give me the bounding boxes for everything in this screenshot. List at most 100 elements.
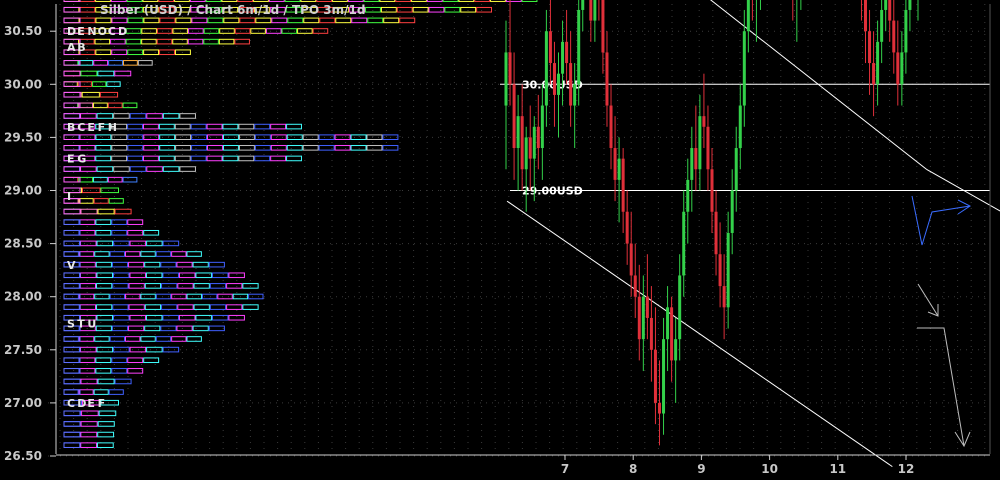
candle-body: [653, 349, 657, 403]
tpo-letter: C: [108, 25, 116, 38]
candle-body: [621, 158, 625, 212]
tpo-letter: I: [67, 190, 71, 203]
candle-body: [516, 116, 520, 149]
tpo-letter: V: [67, 259, 76, 272]
candle-body: [637, 296, 641, 340]
x-tick-label: 12: [898, 462, 915, 476]
candle-body: [900, 52, 904, 85]
candle-body: [722, 286, 726, 308]
candle-body: [629, 243, 633, 276]
candle-body: [718, 254, 722, 287]
candle-body: [524, 137, 528, 170]
candle-body: [742, 31, 746, 106]
candle-body: [593, 0, 597, 21]
candle-body: [666, 307, 670, 340]
silver-price-chart: PQOPQRUVQRSTNSDNQRSTBCDDEEFGHIDENOCDABBC…: [0, 0, 1000, 480]
candle-body: [872, 63, 876, 85]
x-tick-label: 7: [561, 462, 569, 476]
candle-body: [657, 402, 661, 414]
candle-body: [520, 116, 524, 170]
price-level-label: 29.00USD: [522, 185, 583, 198]
candle-body: [649, 317, 653, 350]
candle-body: [609, 105, 613, 149]
tpo-letter: E: [87, 397, 95, 410]
candle-body: [589, 0, 593, 21]
candle-body: [581, 0, 585, 10]
candle-body: [504, 52, 508, 106]
candle-body: [726, 232, 730, 308]
candle-body: [710, 169, 714, 212]
candle-body: [573, 84, 577, 106]
x-tick-label: 11: [829, 462, 846, 476]
tpo-letter: B: [67, 121, 75, 134]
tpo-letter: O: [98, 25, 107, 38]
tpo-letter: H: [108, 121, 117, 134]
candle-body: [601, 0, 605, 53]
tpo-letter: B: [77, 41, 85, 54]
y-tick-label: 30.50: [4, 24, 42, 38]
candle-body: [528, 137, 532, 159]
x-tick-label: 8: [629, 462, 637, 476]
candle-body: [565, 41, 569, 64]
candle-body: [868, 31, 872, 64]
candle-body: [746, 0, 750, 32]
candle-body: [641, 296, 645, 340]
y-tick-label: 27.00: [4, 396, 42, 410]
candle-body: [569, 63, 573, 106]
candle-body: [738, 105, 742, 149]
candle-body: [734, 148, 738, 191]
candle-body: [512, 84, 516, 149]
candle-body: [532, 126, 536, 159]
candle-body: [557, 73, 561, 95]
candle-body: [605, 52, 609, 106]
candle-body: [544, 31, 548, 106]
y-tick-label: 28.00: [4, 290, 42, 304]
y-tick-label: 29.50: [4, 130, 42, 144]
tpo-letter: E: [77, 25, 85, 38]
tpo-letter: F: [98, 121, 106, 134]
candle-body: [552, 63, 556, 95]
candle-body: [880, 9, 884, 42]
candle-body: [908, 0, 912, 10]
candle-body: [633, 275, 637, 297]
candle-body: [694, 148, 698, 170]
candle-body: [613, 148, 617, 180]
tpo-letter: U: [87, 317, 96, 330]
candle-body: [876, 41, 880, 85]
tpo-letter: E: [67, 153, 75, 166]
tpo-letter: N: [87, 25, 96, 38]
chart-background: [0, 0, 1000, 480]
candle-body: [625, 211, 629, 244]
tpo-letter: C: [77, 121, 85, 134]
candle-body: [645, 296, 649, 318]
candle-body: [536, 126, 540, 149]
candle-body: [617, 158, 621, 180]
candle-body: [888, 0, 892, 21]
candle-body: [678, 275, 682, 340]
candle-body: [698, 116, 702, 170]
tpo-letter: G: [77, 153, 86, 166]
y-tick-label: 30.00: [4, 77, 42, 91]
tpo-letter: A: [67, 41, 76, 54]
candle-body: [674, 339, 678, 361]
candle-body: [548, 31, 552, 64]
candle-body: [702, 116, 706, 127]
x-tick-label: 9: [697, 462, 705, 476]
candle-body: [540, 105, 544, 149]
candle-body: [577, 9, 581, 85]
candle-body: [714, 211, 718, 255]
candle-body: [730, 190, 734, 233]
candle-body: [508, 52, 512, 85]
y-tick-label: 27.50: [4, 343, 42, 357]
tpo-letter: D: [118, 25, 127, 38]
candle-body: [863, 0, 867, 32]
candle-body: [686, 179, 690, 212]
tpo-letter: E: [87, 121, 95, 134]
candle-body: [682, 211, 686, 276]
tpo-letter: C: [67, 397, 75, 410]
y-tick-label: 28.50: [4, 237, 42, 251]
chart-title: Silber (USD) / Chart 6m/1d / TPO 3m/1d: [100, 3, 365, 17]
candle-body: [884, 0, 888, 10]
tpo-letter: T: [77, 317, 85, 330]
candle-body: [662, 339, 666, 414]
